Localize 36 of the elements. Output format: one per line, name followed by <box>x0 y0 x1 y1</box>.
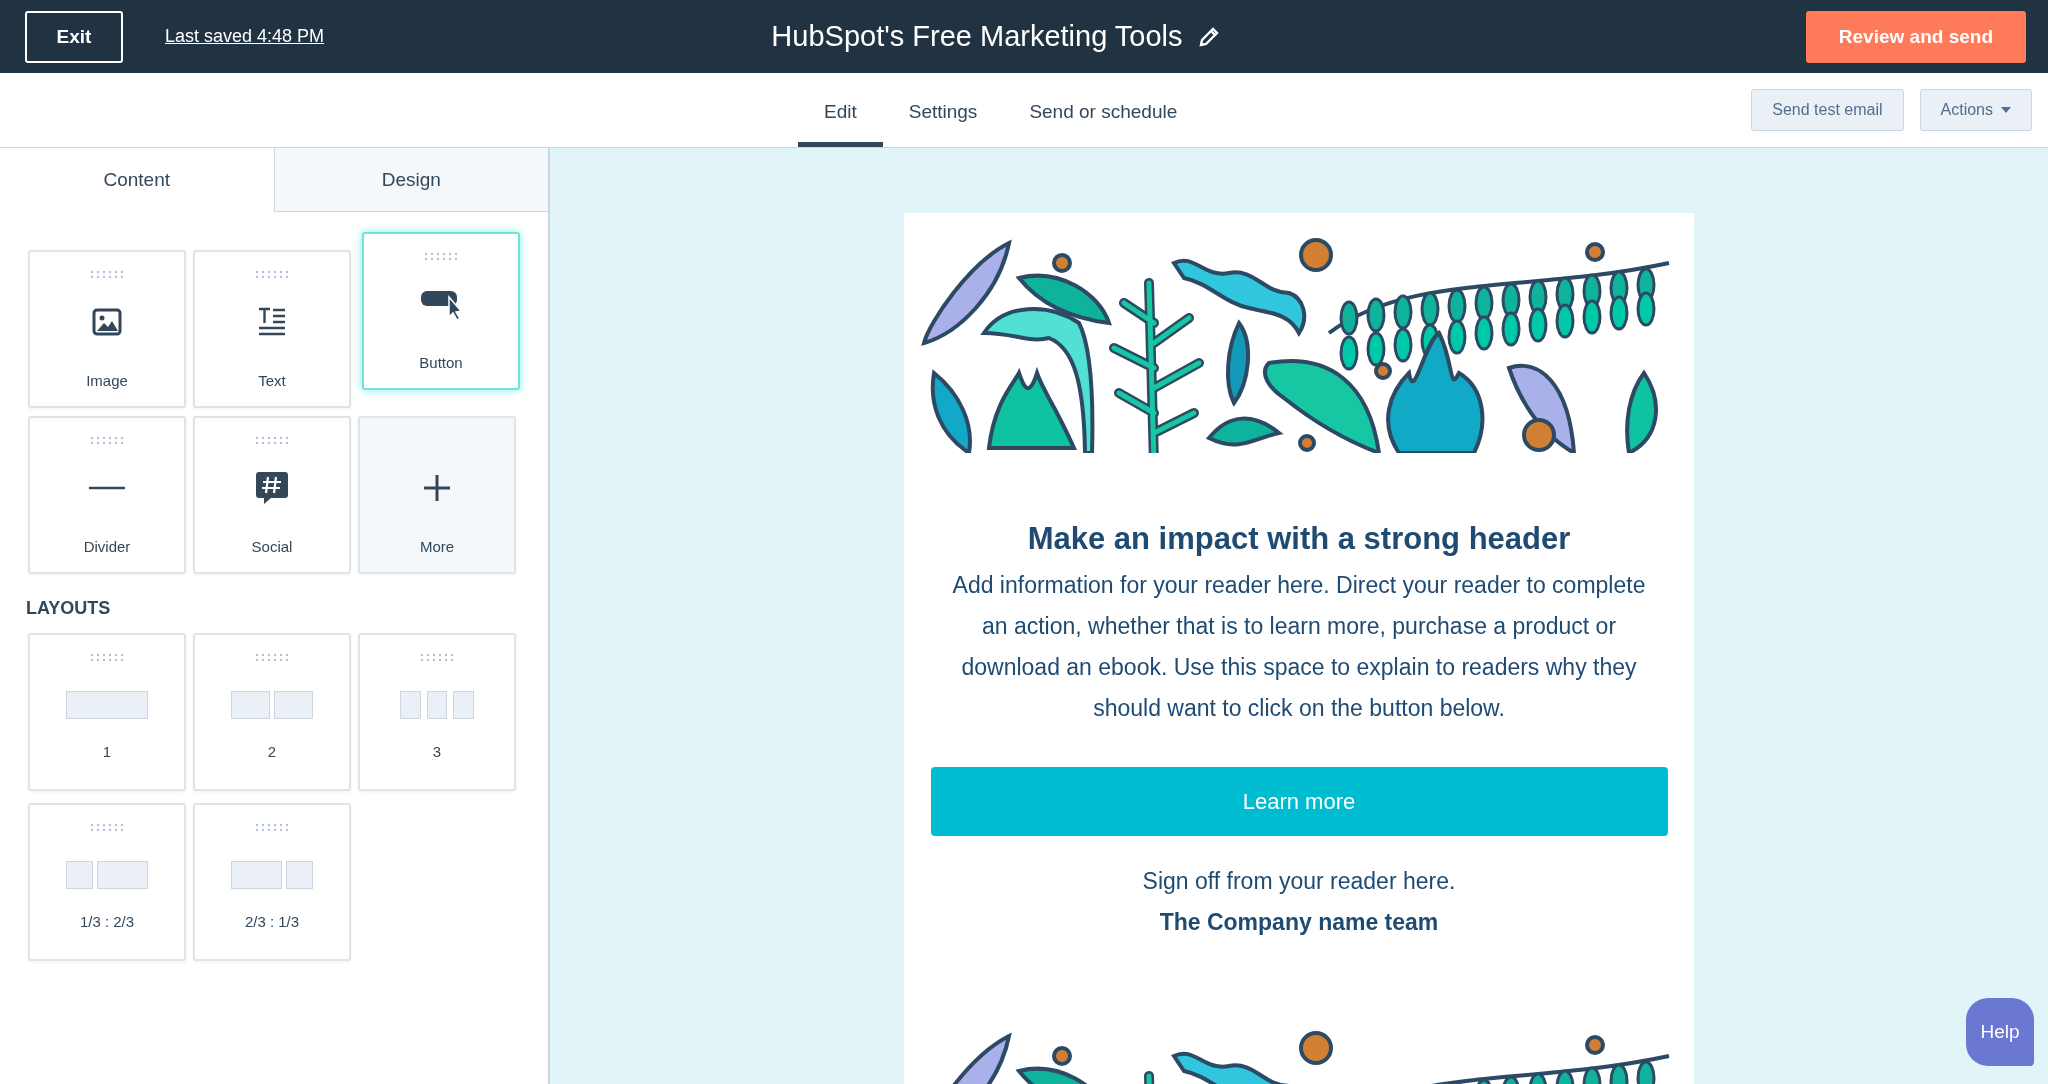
sign-off-text: Sign off from your reader here. <box>1142 868 1456 895</box>
module-label: More <box>419 538 455 555</box>
layout-tile[interactable]: 1 <box>28 633 186 791</box>
sidebar-tab[interactable]: Design <box>273 148 548 212</box>
email-heading: Make an impact with a strong header <box>1027 521 1571 557</box>
module-label: Social <box>251 538 293 555</box>
layout-label: 3 <box>432 743 442 760</box>
module-label: Button <box>419 354 463 371</box>
layout-label: 2 <box>267 743 277 760</box>
layouts-heading: LAYOUTS <box>25 597 112 619</box>
actions-dropdown[interactable]: Actions <box>1919 89 2032 131</box>
layout-tile[interactable]: 2 <box>193 633 351 791</box>
module-label: Divider <box>83 538 131 555</box>
module-tile[interactable]: Social <box>193 416 351 574</box>
module-label: Text <box>258 372 286 389</box>
module-tile[interactable]: Image <box>28 250 186 408</box>
layout-tile[interactable]: 2/3 : 1/3 <box>193 803 351 961</box>
email-title: HubSpot's Free Marketing Tools <box>771 20 1183 53</box>
layout-label: 2/3 : 1/3 <box>244 913 300 930</box>
layout-label: 1/3 : 2/3 <box>79 913 135 930</box>
nav-tab[interactable]: Send or schedule <box>1003 73 1204 147</box>
team-signature: The Company name team <box>1159 909 1439 936</box>
module-tile[interactable]: More <box>358 416 516 574</box>
module-tile[interactable]: Button <box>362 232 520 390</box>
help-button[interactable]: Help <box>1966 998 2034 1066</box>
last-saved-link[interactable]: Last saved 4:48 PM <box>165 26 325 47</box>
email-body-text: Add information for your reader here. Direct your reader to complete an action, whether that is to learn more, purchase a product or download an ebook. Use this space to explain to readers why they should want to click on the button below. <box>951 571 1647 723</box>
nav-tab[interactable]: Settings <box>882 73 1004 147</box>
module-tile[interactable]: Divider <box>28 416 186 574</box>
layout-tile[interactable]: 1/3 : 2/3 <box>28 803 186 961</box>
send-test-email-button[interactable]: Send test email <box>1751 89 1904 131</box>
layout-label: 1 <box>102 743 112 760</box>
exit-button[interactable]: Exit <box>25 10 123 63</box>
module-label: Image <box>86 372 128 389</box>
module-tile[interactable]: Text <box>193 250 351 408</box>
layout-tile[interactable]: 3 <box>358 633 516 791</box>
